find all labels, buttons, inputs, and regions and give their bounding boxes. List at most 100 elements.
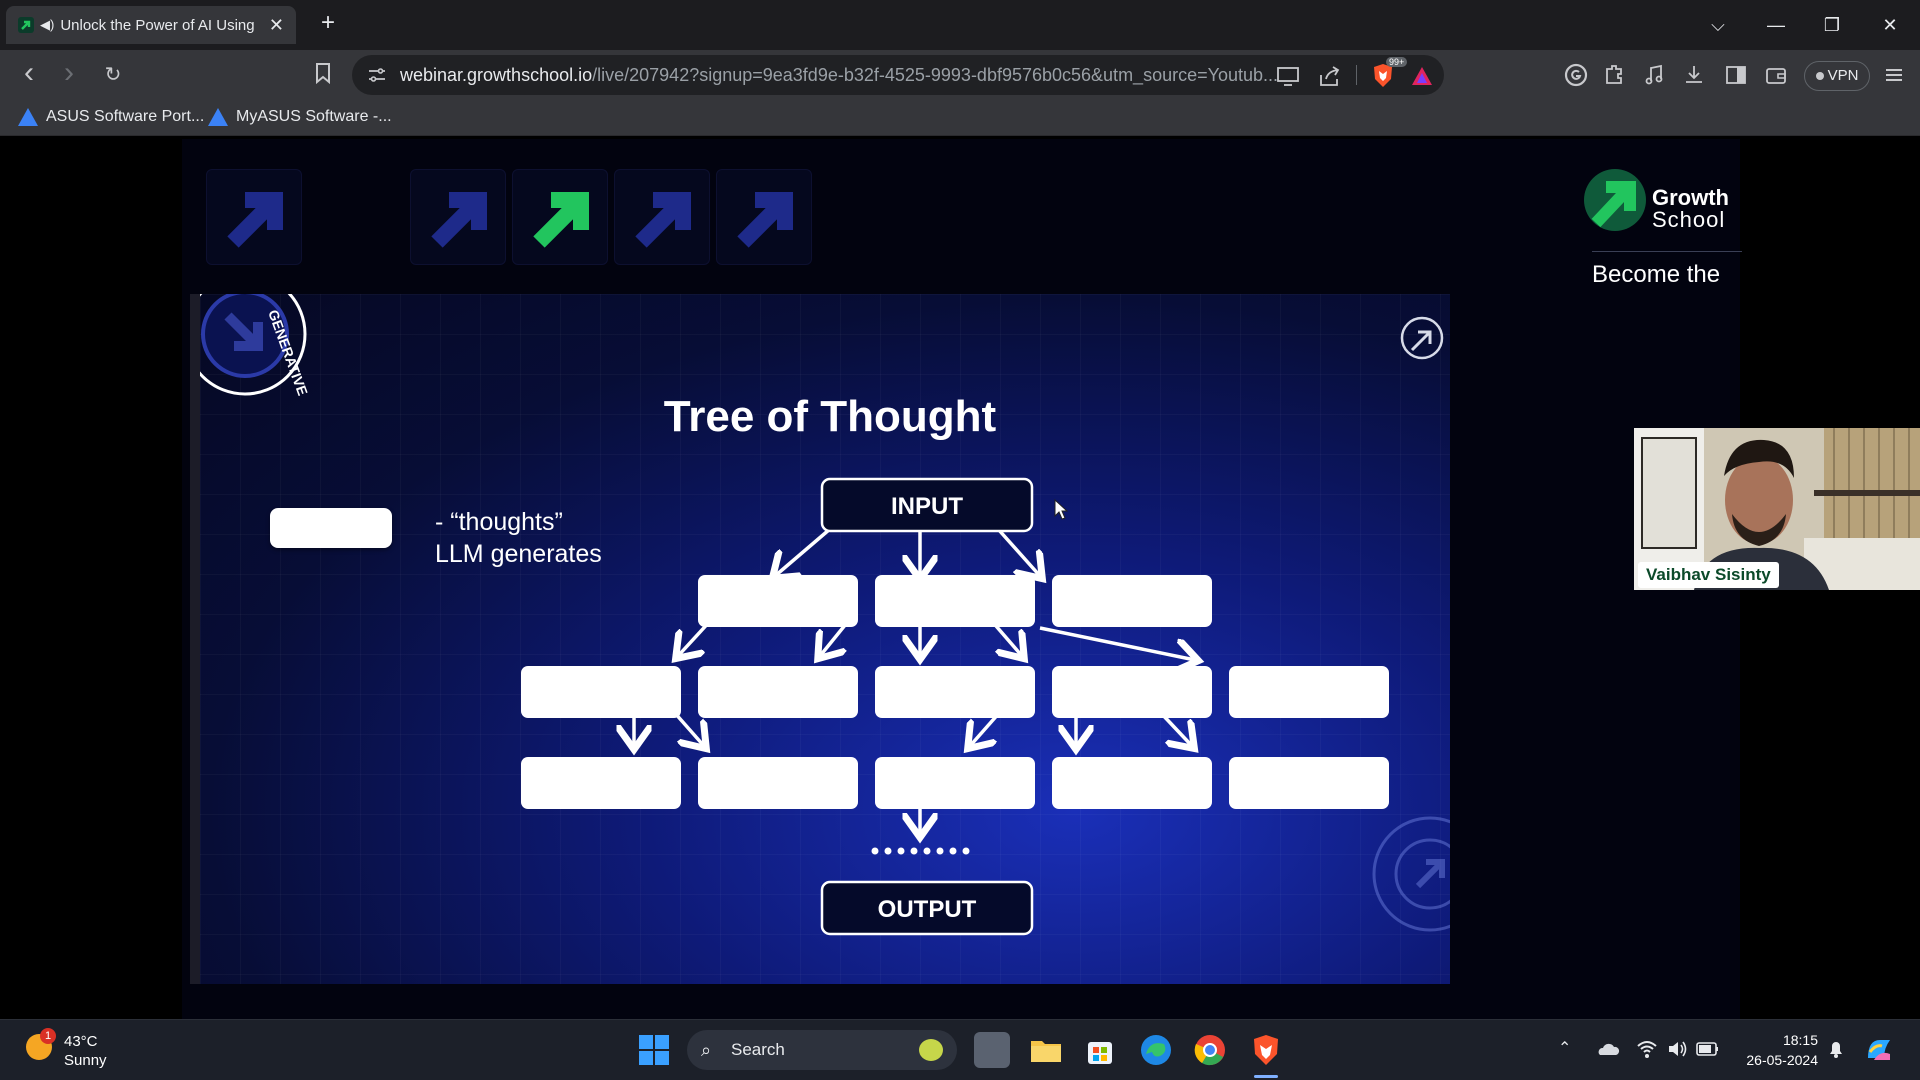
new-tab-button[interactable]: + (314, 10, 342, 38)
brand-divider (1592, 251, 1742, 252)
weather-temperature: 43°C (64, 1033, 98, 1050)
bookmark-label: MyASUS Software -... (236, 108, 392, 125)
bookmarks-bar: ASUS Software Port... MyASUS Software -.… (0, 100, 1920, 136)
task-view-icon[interactable] (974, 1032, 1010, 1068)
weather-condition: Sunny (64, 1052, 107, 1069)
url-text[interactable]: webinar.growthschool.io/live/207942?sign… (400, 65, 1320, 86)
back-icon[interactable]: ‹ (16, 58, 42, 88)
wifi-icon[interactable] (1636, 1038, 1658, 1060)
cast-icon[interactable] (1276, 65, 1300, 87)
arrow-icon (635, 192, 691, 248)
presentation-slide: GENERATIVE Tree of Thought - “thoughts” … (190, 294, 1450, 984)
output-node-label: OUTPUT (878, 896, 977, 923)
show-hidden-icons-icon[interactable]: ⌃ (1558, 1038, 1571, 1058)
thought-node (698, 575, 858, 627)
thought-node (875, 575, 1035, 627)
bookmark-myasus-software[interactable]: MyASUS Software -... (208, 108, 392, 126)
tab-title: Unlock the Power of AI Using (60, 16, 255, 34)
arrow-tile (716, 169, 812, 265)
arrow (996, 527, 1040, 576)
omnibox-divider (1356, 65, 1357, 85)
thought-node (1229, 666, 1389, 718)
arrow-tile-green (512, 169, 608, 265)
chrome-icon[interactable] (1192, 1032, 1228, 1068)
brand-tagline: Become the (1592, 261, 1721, 288)
windows-start-icon[interactable] (639, 1035, 669, 1065)
bookmark-asus-software[interactable]: ASUS Software Port... (18, 108, 204, 126)
copilot-icon[interactable] (1864, 1034, 1894, 1064)
restore-button[interactable]: ❐ (1810, 8, 1854, 42)
sidebar-icon[interactable] (1724, 63, 1748, 87)
webinar-stage: Growth School Become the GENERATIVE Tree… (182, 139, 1920, 1019)
speaker-webcam[interactable]: Vaibhav Sisinty (1634, 428, 1920, 590)
minimize-button[interactable]: — (1754, 8, 1798, 42)
clock-date: 26-05-2024 (1746, 1052, 1818, 1068)
extensions-icon[interactable] (1602, 63, 1626, 87)
weather-text: 43°C Sunny (64, 1032, 107, 1070)
thought-level-2 (521, 666, 1389, 718)
tree-of-thought-diagram: INPUT OUTPUT (521, 477, 1389, 936)
bookmark-icon[interactable] (310, 62, 336, 88)
site-settings-icon[interactable] (368, 67, 386, 83)
notification-bell-icon[interactable] (1826, 1038, 1846, 1060)
mouse-cursor-icon (1054, 498, 1069, 520)
windows-taskbar: 1 43°C Sunny ⌕ Search ⌃ 18:15 26-05-2024 (0, 1019, 1920, 1080)
asus-logo-icon (208, 108, 228, 126)
thought-level-3 (521, 757, 1389, 809)
thought-level-1 (698, 575, 1212, 627)
arrow-tile (206, 169, 302, 265)
tab-close-icon[interactable]: ✕ (269, 15, 284, 36)
thought-node (521, 757, 681, 809)
share-icon[interactable] (1318, 65, 1342, 87)
arrow (672, 710, 704, 746)
edge-icon[interactable] (1138, 1032, 1174, 1068)
speaker-icon[interactable]: ◀) (40, 17, 54, 33)
brand-line-1: Growth (1652, 185, 1729, 210)
thought-node (1052, 575, 1212, 627)
grammarly-icon[interactable] (1564, 63, 1588, 87)
thought-node (875, 666, 1035, 718)
thought-node (1052, 757, 1212, 809)
growthschool-favicon-icon (18, 17, 34, 33)
address-bar[interactable]: webinar.growthschool.io/live/207942?sign… (352, 55, 1444, 95)
microsoft-store-icon[interactable] (1082, 1032, 1118, 1068)
webinar-page: Growth School Become the GENERATIVE Tree… (0, 137, 1920, 1019)
active-tab[interactable]: ◀) Unlock the Power of AI Using ✕ (6, 6, 296, 44)
brave-browser-icon[interactable] (1248, 1032, 1284, 1068)
input-node-label: INPUT (891, 493, 963, 520)
arrow-icon (227, 192, 283, 248)
thought-node (521, 666, 681, 718)
active-app-indicator (1254, 1075, 1278, 1078)
file-explorer-icon[interactable] (1028, 1032, 1064, 1068)
url-path: /live/207942?signup=9ea3fd9e-b32f-4525-9… (592, 65, 1279, 85)
battery-icon[interactable] (1696, 1040, 1720, 1058)
brave-rewards-icon[interactable] (1410, 65, 1434, 87)
arrow (775, 527, 832, 576)
thought-node (1229, 757, 1389, 809)
clock-time: 18:15 (1782, 1032, 1818, 1048)
vpn-label: VPN (1827, 67, 1859, 84)
media-control-icon[interactable] (1642, 63, 1666, 87)
vpn-button[interactable]: VPN (1804, 61, 1870, 91)
volume-icon[interactable] (1666, 1038, 1688, 1060)
forward-icon[interactable]: › (56, 58, 82, 88)
arrow-tile (410, 169, 506, 265)
onedrive-icon[interactable] (1596, 1038, 1620, 1060)
close-window-button[interactable]: ✕ (1868, 8, 1912, 42)
arrow-icon (431, 192, 487, 248)
system-clock[interactable]: 18:15 26-05-2024 (1732, 1030, 1818, 1070)
reload-icon[interactable]: ↻ (100, 62, 126, 88)
arrow (1039, 626, 1195, 660)
arrow-icon (737, 192, 793, 248)
download-icon[interactable] (1682, 63, 1706, 87)
tab-list-icon[interactable]: ⌵ (1696, 8, 1740, 42)
thought-node (875, 757, 1035, 809)
wallet-icon[interactable] (1764, 63, 1788, 87)
search-label: Search (731, 1040, 785, 1059)
thought-node (698, 757, 858, 809)
taskbar-search[interactable]: ⌕ Search (687, 1030, 957, 1070)
notification-badge: 1 (40, 1028, 56, 1044)
shields-badge: 99+ (1386, 57, 1408, 67)
asus-logo-icon (18, 108, 38, 126)
menu-icon[interactable] (1882, 63, 1906, 87)
